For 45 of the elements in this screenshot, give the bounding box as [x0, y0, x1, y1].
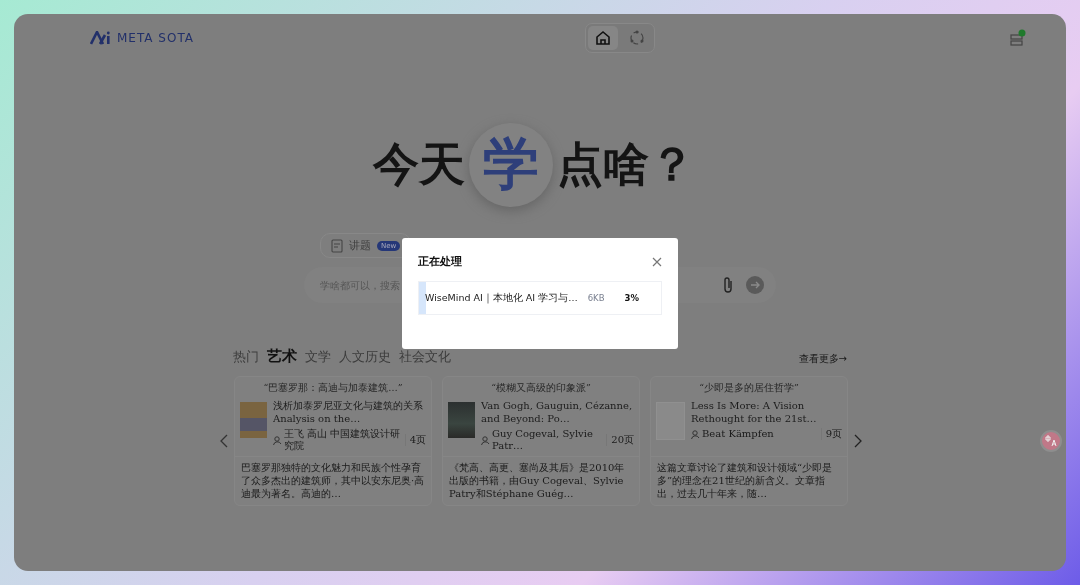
progress-percent: 3%: [624, 293, 639, 303]
server-status-icon[interactable]: [1010, 29, 1026, 47]
page-count: 4页: [404, 434, 426, 446]
logo-icon: [90, 31, 112, 45]
orbit-icon: [629, 30, 645, 46]
home-button[interactable]: [588, 26, 618, 50]
cover-thumbnail: [448, 402, 475, 438]
book-title: Van Gogh, Gauguin, Cézanne, and Beyond: Po…: [481, 399, 634, 425]
book-summary: 巴塞罗那独特的文化魅力和民族个性孕育了众多杰出的建筑师，其中以安东尼奥·高迪最为著名。高迪的…: [235, 456, 431, 505]
attachment-icon[interactable]: [722, 276, 734, 294]
author-name: 王飞 高山 中国建筑设计研究院: [284, 428, 402, 452]
page-count: 9页: [820, 428, 842, 440]
book-title: 浅析加泰罗尼亚文化与建筑的关系 Analysis on the…: [273, 399, 424, 425]
book-card[interactable]: “少即是多的居住哲学” Less Is More: A Vision Rethought for the 21st… Beat Kämpfen 9页 这篇文章讨论了建筑和设计领域“少即是多”的理念在21世纪的新含义。文章指出，过去几十年来，随…: [650, 376, 848, 506]
card-quote: “模糊又高级的印象派”: [490, 381, 592, 395]
category-tab[interactable]: 文学: [305, 348, 331, 366]
book-summary: 《梵高、高更、塞尚及其后》是2010年出版的书籍，由Guy Cogeval、Sylvie Patry和Stéphane Guég…: [443, 456, 639, 505]
document-icon: [331, 238, 343, 253]
card-quote: “少即是多的居住哲学”: [698, 381, 800, 395]
author-name: Beat Kämpfen: [702, 428, 775, 440]
file-size: 6KB: [587, 293, 605, 303]
home-icon: [595, 30, 611, 46]
author-icon: [691, 429, 700, 439]
send-button[interactable]: [746, 276, 764, 294]
dialog-title: 正在处理: [418, 254, 462, 269]
heading-text: 点啥？: [557, 136, 695, 193]
logo-text: META SOTA: [117, 31, 195, 45]
author-name: Guy Cogeval, Sylvie Patr…: [492, 428, 594, 452]
page-count: 20页: [606, 434, 634, 446]
cover-thumbnail: [240, 402, 267, 438]
book-summary: 这篇文章讨论了建筑和设计领域“少即是多”的理念在21世纪的新含义。文章指出，过去几十年来，随…: [651, 456, 847, 505]
translate-icon[interactable]: [1040, 430, 1062, 452]
book-title: Less Is More: A Vision Rethought for the 21st…: [691, 399, 818, 425]
author-icon: [273, 435, 282, 445]
close-icon[interactable]: [652, 256, 662, 267]
heading-text: 今天: [373, 136, 465, 193]
view-more-link[interactable]: 查看更多→: [798, 352, 847, 366]
category-tab[interactable]: 人文历史: [339, 348, 391, 366]
card-quote: “巴塞罗那：高迪与加泰建筑…”: [262, 381, 404, 395]
author-icon: [481, 435, 490, 445]
category-tab[interactable]: 社会文化: [399, 348, 451, 366]
category-tab[interactable]: 艺术: [267, 347, 297, 366]
highlight-character: 学: [469, 123, 553, 207]
book-card[interactable]: “模糊又高级的印象派” Van Gogh, Gauguin, Cézanne, and Beyond: Po… Guy Cogeval, Sylvie Patr… 20页 《梵高、高更、塞尚及其后》是2010年出版的书籍，由Guy Cogeval、Sylvie Patry和Stéphane Guég…: [442, 376, 640, 506]
file-name: WiseMind AI｜本地化 AI 学习与…: [425, 291, 578, 305]
